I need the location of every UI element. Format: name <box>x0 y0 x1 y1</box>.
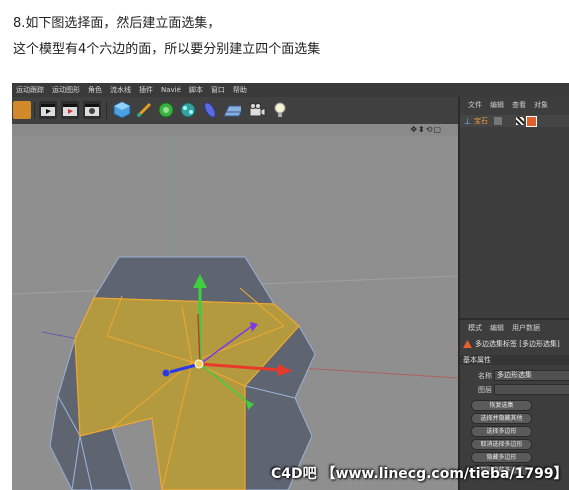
attribute-manager-menu: 模式 编辑 用户数据 <box>460 322 569 334</box>
object-name[interactable]: 宝石 <box>474 116 488 126</box>
viewport-header: ✥⬍⟲▢ <box>12 124 458 136</box>
caption-line-2: 这个模型有4个六边的面，所以要分别建立四个面选集 <box>13 42 321 57</box>
menu-item-navie[interactable]: Navié <box>157 86 185 94</box>
hide-polygons-button[interactable]: 隐藏多边形 <box>471 452 532 463</box>
menu-item-pipeline[interactable]: 流水线 <box>106 85 135 95</box>
select-polygons-button[interactable]: 选择多边形 <box>471 426 532 437</box>
layer-label: 图层 <box>478 385 492 394</box>
am-menu-edit[interactable]: 编辑 <box>490 323 504 333</box>
object-manager-menu: 文件 编辑 查看 对象 <box>460 99 569 111</box>
gizmo-z-handle-icon[interactable] <box>162 369 170 377</box>
toolbar <box>12 97 458 124</box>
cube-select-icon[interactable] <box>13 101 31 119</box>
select-and-hide-others-button[interactable]: 选择并隐藏其他 <box>471 413 532 424</box>
cloner-icon[interactable] <box>179 101 197 119</box>
camera-icon[interactable] <box>248 101 266 119</box>
menu-item-window[interactable]: 窗口 <box>207 85 229 95</box>
menu-item-script[interactable]: 脚本 <box>185 85 207 95</box>
name-label: 名称 <box>478 371 492 380</box>
viewport-canvas[interactable] <box>12 136 458 490</box>
polygon-selection-warning-icon <box>463 340 472 348</box>
am-menu-user-data[interactable]: 用户数据 <box>512 323 540 333</box>
polygon-selection-tag-icon[interactable] <box>525 115 537 127</box>
menu-item-help[interactable]: 帮助 <box>229 85 251 95</box>
floor-icon[interactable] <box>223 101 241 119</box>
gizmo-center[interactable] <box>194 359 204 369</box>
attribute-title: 多边选集标签 [多边形选集] <box>475 340 560 348</box>
om-menu-edit[interactable]: 编辑 <box>490 100 504 110</box>
name-field[interactable]: 多边形选集 <box>494 370 569 381</box>
layer-field[interactable] <box>494 384 569 395</box>
attribute-title-row: 多边选集标签 [多边形选集] <box>460 338 569 350</box>
object-manager-panel: 文件 编辑 查看 对象 ⊥ 宝石 <box>458 97 569 318</box>
restore-selection-button[interactable]: 恢复选集 <box>471 400 532 411</box>
menu-item-mograph[interactable]: 运动图形 <box>48 85 84 95</box>
menu-item-plugins[interactable]: 插件 <box>135 85 157 95</box>
deselect-polygons-button[interactable]: 取消选择多边形 <box>471 439 532 450</box>
om-menu-file[interactable]: 文件 <box>468 100 482 110</box>
om-menu-object[interactable]: 对象 <box>534 100 548 110</box>
c4d-screenshot: 运动跟踪 运动图形 角色 流水线 插件 Navié 脚本 窗口 帮助 ✥⬍⟲▢ … <box>12 83 569 490</box>
menu-item-motion-tracking[interactable]: 运动跟踪 <box>12 85 48 95</box>
menu-item-character[interactable]: 角色 <box>84 85 106 95</box>
subdivision-surface-icon[interactable] <box>157 101 175 119</box>
layer-field-row: 图层 <box>460 384 569 395</box>
pen-spline-icon[interactable] <box>135 101 153 119</box>
light-bulb-icon[interactable] <box>271 101 289 119</box>
name-field-row: 名称 多边形选集 <box>460 370 569 381</box>
viewport-navigation-icons[interactable]: ✥⬍⟲▢ <box>410 125 442 134</box>
watermark: C4D吧 【www.linecg.com/tieba/1799】 <box>271 466 568 482</box>
render-settings-icon[interactable] <box>83 101 101 119</box>
checker-tag-icon[interactable] <box>515 117 524 125</box>
basic-properties-tab[interactable]: 基本属性 <box>460 355 569 365</box>
object-row[interactable]: ⊥ 宝石 <box>460 115 569 127</box>
3d-viewport[interactable]: ✥⬍⟲▢ <box>12 124 458 490</box>
render-view-icon[interactable] <box>39 101 57 119</box>
render-picture-viewer-icon[interactable] <box>61 101 79 119</box>
menu-bar: 运动跟踪 运动图形 角色 流水线 插件 Navié 脚本 窗口 帮助 <box>12 83 458 97</box>
om-menu-view[interactable]: 查看 <box>512 100 526 110</box>
deformer-icon[interactable] <box>201 101 219 119</box>
visibility-dots-icon[interactable] <box>493 117 502 125</box>
cube-primitive-icon[interactable] <box>113 101 131 119</box>
am-menu-mode[interactable]: 模式 <box>468 323 482 333</box>
polygon-object-icon: ⊥ <box>464 116 471 126</box>
caption-line-1: 8.如下图选择面，然后建立面选集， <box>13 16 221 31</box>
